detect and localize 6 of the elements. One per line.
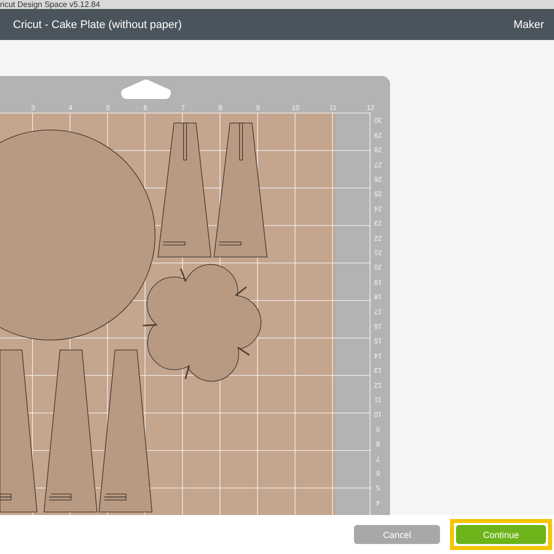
continue-button[interactable]: Continue <box>456 525 546 544</box>
cancel-button[interactable]: Cancel <box>354 525 440 544</box>
machine-label: Maker <box>513 18 544 30</box>
window-title: ricut Design Space v5.12.84 <box>0 0 100 9</box>
project-title: Cricut - Cake Plate (without paper) <box>13 18 182 30</box>
mat-tab-icon <box>121 80 171 99</box>
